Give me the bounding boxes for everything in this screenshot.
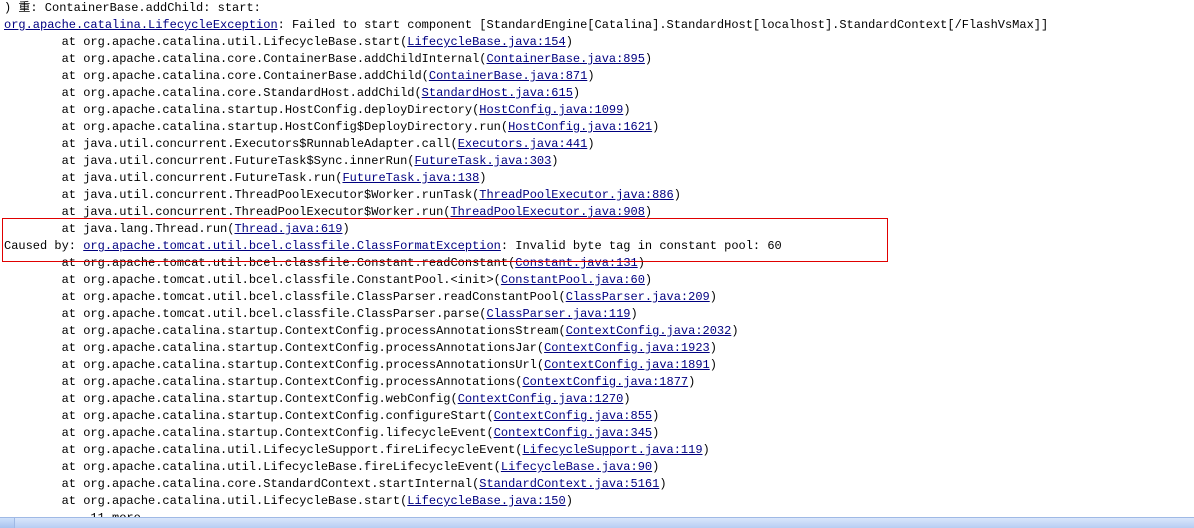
frame2-link-0[interactable]: Constant.java:131 bbox=[515, 256, 637, 270]
frame2-link-4[interactable]: ContextConfig.java:2032 bbox=[566, 324, 732, 338]
frame1-link-9[interactable]: ThreadPoolExecutor.java:886 bbox=[479, 188, 673, 202]
status-bar bbox=[0, 517, 1194, 528]
frame1-link-6[interactable]: Executors.java:441 bbox=[458, 137, 588, 151]
frame1-link-5[interactable]: HostConfig.java:1621 bbox=[508, 120, 652, 134]
frame1-link-8[interactable]: FutureTask.java:138 bbox=[342, 171, 479, 185]
frame2-link-6[interactable]: ContextConfig.java:1891 bbox=[544, 358, 710, 372]
stacktrace-text: ) 重: ContainerBase.addChild: start: org.… bbox=[0, 0, 1194, 527]
frame2-link-1[interactable]: ConstantPool.java:60 bbox=[501, 273, 645, 287]
frame2-link-9[interactable]: ContextConfig.java:855 bbox=[494, 409, 652, 423]
frame2-link-2[interactable]: ClassParser.java:209 bbox=[566, 290, 710, 304]
frame2-link-3[interactable]: ClassParser.java:119 bbox=[486, 307, 630, 321]
frame1-link-3[interactable]: StandardHost.java:615 bbox=[422, 86, 573, 100]
frame2-link-12[interactable]: LifecycleBase.java:90 bbox=[501, 460, 652, 474]
stacktrace-viewport: ) 重: ContainerBase.addChild: start: org.… bbox=[0, 0, 1194, 528]
frame2-link-11[interactable]: LifecycleSupport.java:119 bbox=[522, 443, 702, 457]
frame1-link-11[interactable]: Thread.java:619 bbox=[234, 222, 342, 236]
caused-exception-class[interactable]: org.apache.tomcat.util.bcel.classfile.Cl… bbox=[83, 239, 501, 253]
status-bar-segment bbox=[0, 518, 15, 528]
frame2-link-10[interactable]: ContextConfig.java:345 bbox=[494, 426, 652, 440]
frame2-link-8[interactable]: ContextConfig.java:1270 bbox=[458, 392, 624, 406]
frame2-link-7[interactable]: ContextConfig.java:1877 bbox=[522, 375, 688, 389]
frame1-link-1[interactable]: ContainerBase.java:895 bbox=[486, 52, 644, 66]
frame1-link-0[interactable]: LifecycleBase.java:154 bbox=[407, 35, 565, 49]
frame2-link-5[interactable]: ContextConfig.java:1923 bbox=[544, 341, 710, 355]
frame2-link-14[interactable]: LifecycleBase.java:150 bbox=[407, 494, 565, 508]
frame1-link-2[interactable]: ContainerBase.java:871 bbox=[429, 69, 587, 83]
exception-class[interactable]: org.apache.catalina.LifecycleException bbox=[4, 18, 278, 32]
frame1-link-4[interactable]: HostConfig.java:1099 bbox=[479, 103, 623, 117]
frame2-link-13[interactable]: StandardContext.java:5161 bbox=[479, 477, 659, 491]
frame1-link-10[interactable]: ThreadPoolExecutor.java:908 bbox=[450, 205, 644, 219]
frame1-link-7[interactable]: FutureTask.java:303 bbox=[414, 154, 551, 168]
